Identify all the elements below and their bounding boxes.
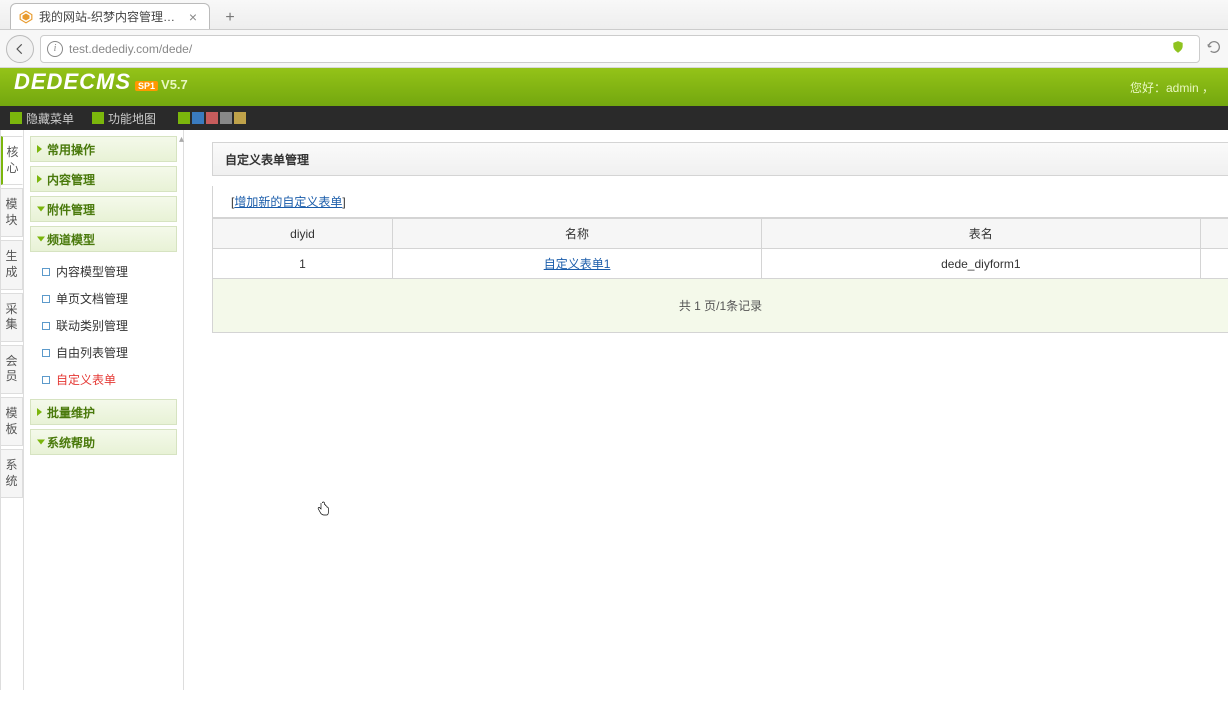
version-badge: SP1	[135, 81, 158, 91]
menu-item-3-0[interactable]: 内容模型管理	[42, 258, 177, 285]
vtab-6[interactable]: 系统	[1, 449, 23, 498]
vtab-1[interactable]: 模块	[1, 188, 23, 237]
square-icon	[10, 112, 22, 124]
vtab-4[interactable]: 会员	[1, 345, 23, 394]
cell-diyid: 1	[213, 249, 393, 279]
browser-tabstrip: 我的网站-织梦内容管理系... × +	[0, 0, 1228, 30]
logo-version: V5.7	[161, 77, 188, 92]
theme-color-picker	[178, 112, 246, 124]
table-header: diyid	[213, 219, 393, 249]
sitemap-button[interactable]: 功能地图	[92, 110, 156, 127]
vtab-5[interactable]: 模板	[1, 397, 23, 446]
toolbar: 隐藏菜单 功能地图	[0, 106, 1228, 130]
theme-color-swatch[interactable]	[178, 112, 190, 124]
vtab-2[interactable]: 生成	[1, 240, 23, 289]
vtab-3[interactable]: 采集	[1, 293, 23, 342]
close-tab-icon[interactable]: ×	[185, 9, 201, 25]
new-tab-button[interactable]: +	[218, 7, 242, 29]
browser-tab[interactable]: 我的网站-织梦内容管理系... ×	[10, 3, 210, 29]
greeting-text: 您好：admin ，	[1130, 79, 1214, 96]
vtab-0[interactable]: 核心	[1, 136, 23, 185]
back-button[interactable]	[6, 35, 34, 63]
add-form-link[interactable]: 增加新的自定义表单	[234, 193, 342, 210]
menu-item-3-4[interactable]: 自定义表单	[42, 366, 177, 393]
content-area: 自定义表单管理 [增加新的自定义表单] diyid名称表名 1 自定义表单1 ded…	[184, 130, 1228, 690]
info-icon[interactable]: i	[47, 41, 63, 57]
logo: DEDECMS SP1 V5.7	[14, 69, 188, 105]
favicon-icon	[19, 10, 33, 24]
data-table: diyid名称表名 1 自定义表单1 dede_diyform1	[212, 218, 1228, 279]
menu-section-3[interactable]: 频道模型	[30, 226, 177, 252]
app-header: DEDECMS SP1 V5.7 您好：admin ，	[0, 68, 1228, 106]
theme-color-swatch[interactable]	[192, 112, 204, 124]
menu-item-3-1[interactable]: 单页文档管理	[42, 285, 177, 312]
menu-section-2[interactable]: 附件管理	[30, 196, 177, 222]
table-row: 1 自定义表单1 dede_diyform1	[213, 249, 1228, 279]
theme-color-swatch[interactable]	[234, 112, 246, 124]
main-layout: 核心模块生成采集会员模板系统 ▴ 常用操作内容管理附件管理频道模型内容模型管理单…	[0, 130, 1228, 690]
panel-subheader: [增加新的自定义表单]	[212, 186, 1228, 218]
menu-section-5[interactable]: 系统帮助	[30, 429, 177, 455]
hide-menu-label: 隐藏菜单	[26, 110, 74, 127]
address-bar[interactable]: i test.dedediy.com/dede/	[40, 35, 1200, 63]
menu-section-0[interactable]: 常用操作	[30, 136, 177, 162]
hide-menu-button[interactable]: 隐藏菜单	[10, 110, 74, 127]
shield-icon[interactable]	[1171, 40, 1185, 57]
menu-item-3-2[interactable]: 联动类别管理	[42, 312, 177, 339]
theme-color-swatch[interactable]	[206, 112, 218, 124]
cell-actions	[1200, 249, 1228, 279]
vertical-tabs: 核心模块生成采集会员模板系统	[0, 130, 24, 690]
sitemap-label: 功能地图	[108, 110, 156, 127]
arrow-left-icon	[13, 42, 27, 56]
menu-item-3-3[interactable]: 自由列表管理	[42, 339, 177, 366]
scroll-up-icon[interactable]: ▴	[179, 134, 191, 146]
menu-subitems: 内容模型管理单页文档管理联动类别管理自由列表管理自定义表单	[30, 256, 177, 399]
menu-section-1[interactable]: 内容管理	[30, 166, 177, 192]
pagination-text: 共 1 页/1条记录	[212, 279, 1228, 333]
menu-section-4[interactable]: 批量维护	[30, 399, 177, 425]
table-header: 表名	[762, 219, 1200, 249]
logo-text: DEDECMS	[14, 69, 131, 95]
form-name-link[interactable]: 自定义表单1	[544, 257, 611, 271]
table-header-actions	[1200, 219, 1228, 249]
browser-toolbar: i test.dedediy.com/dede/	[0, 30, 1228, 68]
reload-button[interactable]	[1206, 39, 1222, 58]
tab-title: 我的网站-织梦内容管理系...	[39, 8, 184, 25]
theme-color-swatch[interactable]	[220, 112, 232, 124]
side-menu: ▴ 常用操作内容管理附件管理频道模型内容模型管理单页文档管理联动类别管理自由列表…	[24, 130, 184, 690]
cell-name: 自定义表单1	[393, 249, 762, 279]
square-icon	[92, 112, 104, 124]
cell-table: dede_diyform1	[762, 249, 1200, 279]
table-header: 名称	[393, 219, 762, 249]
panel-title: 自定义表单管理	[212, 142, 1228, 176]
url-text: test.dedediy.com/dede/	[69, 42, 1171, 56]
